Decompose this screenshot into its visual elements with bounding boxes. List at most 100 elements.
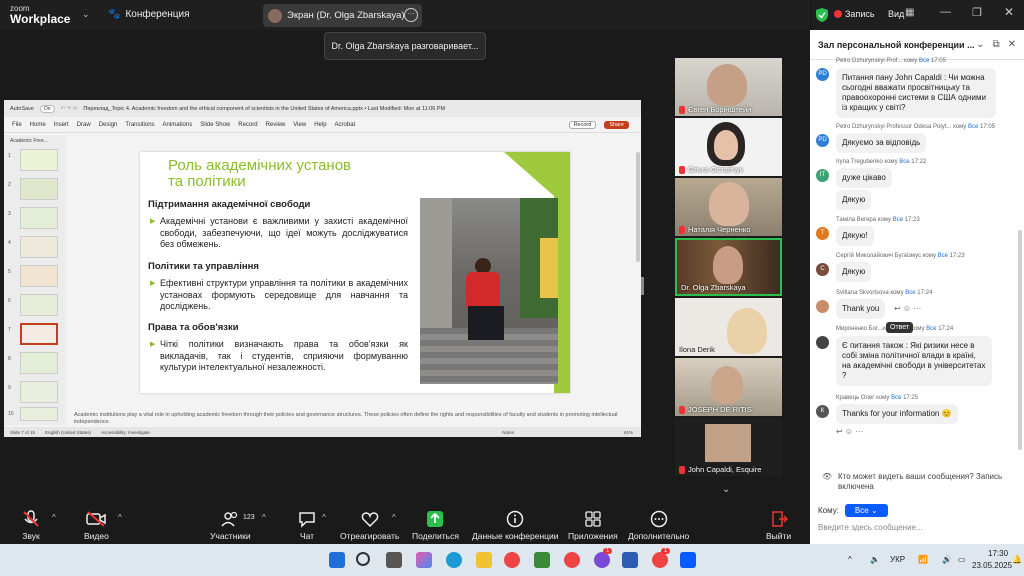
viber-icon[interactable] bbox=[594, 552, 610, 568]
undo-icon[interactable]: ↶ ↷ ⟳ bbox=[61, 106, 78, 112]
copilot-icon[interactable] bbox=[416, 552, 432, 568]
apps-button[interactable]: Приложения bbox=[568, 510, 618, 541]
status-accessibility[interactable]: Accessibility: Investigate bbox=[101, 430, 150, 435]
slide-thumbnail[interactable] bbox=[20, 236, 58, 258]
clock-date[interactable]: 23.05.2025 bbox=[972, 561, 1012, 570]
ppt-share-button[interactable]: Share bbox=[604, 120, 629, 129]
ppt-tab-help[interactable]: Help bbox=[314, 122, 326, 128]
more-icon[interactable]: ··· bbox=[404, 8, 418, 22]
video-tile-active-speaker[interactable]: Dr. Olga Zbarskaya bbox=[675, 238, 782, 296]
autosave-toggle[interactable]: On bbox=[39, 104, 55, 113]
ppt-record-button[interactable]: Record bbox=[568, 120, 597, 129]
word-icon[interactable] bbox=[622, 552, 638, 568]
windows-start-icon[interactable] bbox=[329, 552, 345, 568]
popout-icon[interactable]: ⧉ bbox=[992, 39, 999, 50]
language-indicator[interactable]: УКР bbox=[890, 555, 905, 564]
share-divider-handle[interactable] bbox=[641, 277, 644, 295]
edge-icon[interactable] bbox=[446, 552, 462, 568]
file-explorer-icon[interactable] bbox=[476, 552, 492, 568]
chevron-up-icon[interactable]: ^ bbox=[848, 555, 852, 564]
video-tile[interactable]: Ольга Остапчук bbox=[675, 118, 782, 176]
video-tile[interactable]: Ilona Derik bbox=[675, 298, 782, 356]
clock-time[interactable]: 17:30 bbox=[988, 549, 1008, 558]
chat-button[interactable]: Чат bbox=[298, 510, 316, 541]
reply-icon[interactable]: ↩ ☺ ··· bbox=[836, 427, 863, 436]
meeting-info-button[interactable]: 🐾 Конференция bbox=[108, 9, 190, 20]
chrome-icon[interactable] bbox=[652, 552, 668, 568]
meeting-info-button[interactable]: Данные конференции bbox=[472, 510, 559, 541]
chat-visibility-note[interactable]: 👁 Кто может видеть ваши сообщения? Запис… bbox=[822, 472, 1018, 492]
chevron-up-icon[interactable]: ^ bbox=[262, 513, 266, 522]
minimize-icon[interactable]: — bbox=[940, 6, 951, 18]
view-grid-icon[interactable]: ▦ bbox=[905, 7, 914, 18]
chevron-down-icon[interactable]: ⌄ bbox=[82, 9, 90, 20]
chat-message-input[interactable]: Введите здесь сообщение... bbox=[818, 523, 923, 532]
volume-icon[interactable]: 🔊 bbox=[942, 555, 952, 564]
status-zoom[interactable]: 61% bbox=[524, 430, 633, 435]
ppt-tab-insert[interactable]: Insert bbox=[54, 122, 69, 128]
search-icon[interactable] bbox=[356, 552, 370, 566]
ppt-tab-slideshow[interactable]: Slide Show bbox=[200, 122, 230, 128]
slide-thumbnail[interactable] bbox=[20, 178, 58, 200]
audio-button[interactable]: Звук bbox=[22, 510, 40, 541]
ppt-tab-transitions[interactable]: Transitions bbox=[125, 122, 154, 128]
chrome-icon[interactable] bbox=[504, 552, 520, 568]
chat-bubble[interactable]: дуже цікаво bbox=[836, 168, 892, 188]
notifications-icon[interactable]: 🔔 bbox=[1012, 555, 1022, 564]
chrome-icon[interactable] bbox=[564, 552, 580, 568]
ppt-tab-design[interactable]: Design bbox=[99, 122, 118, 128]
video-tile[interactable]: JOSEPH DE RITIS bbox=[675, 358, 782, 416]
chevron-up-icon[interactable]: ^ bbox=[322, 513, 326, 522]
current-slide[interactable]: Роль академічних установ та політики Під… bbox=[140, 152, 570, 393]
speaker-notes[interactable]: Academic institutions play a vital role … bbox=[74, 412, 634, 426]
record-button[interactable]: Запись bbox=[845, 9, 875, 19]
share-screen-button[interactable]: Поделиться bbox=[412, 510, 459, 541]
chat-scrollbar[interactable] bbox=[1018, 230, 1022, 450]
reply-icon[interactable]: ↩ ☺ ··· bbox=[894, 304, 921, 313]
chat-bubble[interactable]: Thanks for your information 😊 bbox=[836, 404, 958, 424]
chat-bubble[interactable]: Дякую bbox=[836, 190, 872, 210]
more-button[interactable]: Дополнительно bbox=[628, 510, 689, 541]
react-button[interactable]: Отреагировать bbox=[340, 510, 399, 541]
ppt-scrollbar[interactable] bbox=[636, 152, 640, 262]
ppt-tab-file[interactable]: File bbox=[12, 122, 22, 128]
chat-recipient-dropdown[interactable]: Все ⌄ bbox=[844, 504, 888, 517]
screen-share-indicator[interactable]: Экран (Dr. Olga Zbarskaya) ··· bbox=[263, 4, 422, 27]
chevron-down-icon[interactable]: ⌄ bbox=[722, 484, 730, 495]
restore-icon[interactable]: ❐ bbox=[972, 6, 982, 19]
status-notes-button[interactable]: Notes bbox=[502, 430, 514, 435]
ppt-tab-home[interactable]: Home bbox=[30, 122, 46, 128]
ppt-tab-record[interactable]: Record bbox=[238, 122, 257, 128]
video-tile[interactable]: Євген Борінштейн bbox=[675, 58, 782, 116]
chat-bubble[interactable]: Є питання також : Які ризики несе в собі… bbox=[836, 336, 992, 386]
chat-bubble[interactable]: Thank you bbox=[836, 299, 886, 319]
chat-bubble[interactable]: Дякую! bbox=[836, 226, 874, 246]
close-icon[interactable]: ✕ bbox=[1008, 39, 1016, 50]
slide-thumbnail[interactable] bbox=[20, 294, 58, 316]
video-button[interactable]: Видео bbox=[84, 510, 109, 541]
leave-button[interactable]: Выйти bbox=[766, 510, 791, 541]
chevron-up-icon[interactable]: ^ bbox=[392, 513, 396, 522]
slide-thumbnail[interactable] bbox=[20, 407, 58, 421]
ppt-tab-draw[interactable]: Draw bbox=[77, 122, 91, 128]
view-button[interactable]: Вид bbox=[888, 9, 904, 19]
store-icon[interactable] bbox=[534, 552, 550, 568]
chevron-up-icon[interactable]: ^ bbox=[52, 513, 56, 522]
task-view-icon[interactable] bbox=[386, 552, 402, 568]
chat-bubble[interactable]: Дякую bbox=[836, 262, 872, 282]
ppt-tab-animations[interactable]: Animations bbox=[163, 122, 193, 128]
slide-thumbnail[interactable] bbox=[20, 381, 58, 403]
video-tile[interactable]: John Capaldi, Esquire bbox=[675, 418, 782, 476]
ppt-tab-acrobat[interactable]: Acrobat bbox=[335, 122, 356, 128]
chevron-down-icon[interactable]: ⌄ bbox=[976, 39, 984, 50]
speaker-icon[interactable]: 🔈 bbox=[870, 555, 880, 564]
chat-bubble[interactable]: Питання пану John Capaldi : Чи можна сьо… bbox=[836, 68, 996, 118]
slide-thumbnail-active[interactable] bbox=[20, 323, 58, 345]
chevron-up-icon[interactable]: ^ bbox=[118, 513, 122, 522]
slide-thumbnail[interactable] bbox=[20, 149, 58, 171]
slide-thumbnail[interactable] bbox=[20, 207, 58, 229]
zoom-icon[interactable] bbox=[680, 552, 696, 568]
battery-icon[interactable]: ▭ bbox=[958, 555, 966, 564]
slide-thumbnail[interactable] bbox=[20, 352, 58, 374]
close-icon[interactable]: ✕ bbox=[1004, 5, 1014, 19]
